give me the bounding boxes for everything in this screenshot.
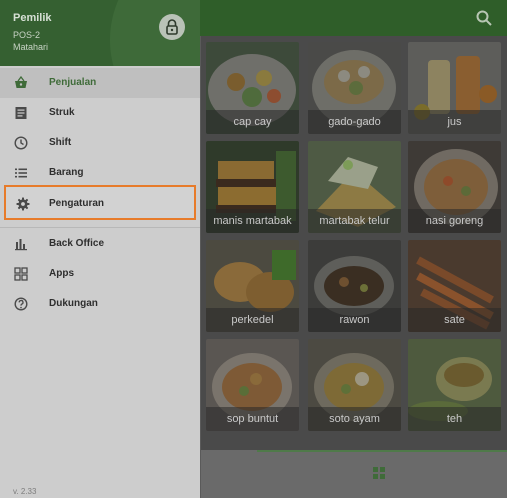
menu-label: Dukungan bbox=[49, 298, 98, 309]
bottom-bar bbox=[201, 450, 507, 498]
menu-item-apps[interactable]: Apps bbox=[0, 259, 200, 289]
bar-chart-icon bbox=[15, 239, 27, 251]
menu-divider bbox=[0, 227, 200, 228]
app-version: v. 2.33 bbox=[13, 487, 37, 496]
menu-label: Pengaturan bbox=[49, 198, 105, 209]
product-name: teh bbox=[408, 407, 501, 431]
menu-label: Struk bbox=[49, 107, 75, 118]
pos-name: POS-2 bbox=[13, 30, 41, 40]
product-tile[interactable]: gado-gado bbox=[308, 42, 401, 134]
tab-indicator bbox=[257, 450, 507, 452]
clock-icon bbox=[14, 136, 28, 150]
receipt-icon bbox=[15, 107, 27, 119]
product-name: sop buntut bbox=[206, 407, 299, 431]
menu-label: Penjualan bbox=[49, 77, 97, 88]
menu-item-struk[interactable]: Struk bbox=[0, 98, 200, 128]
header-decoration bbox=[110, 0, 200, 66]
product-name: sate bbox=[408, 308, 501, 332]
help-icon bbox=[14, 297, 28, 311]
store-name: Matahari bbox=[13, 42, 49, 52]
product-name: jus bbox=[408, 110, 501, 134]
product-tile[interactable]: sate bbox=[408, 240, 501, 332]
product-tile[interactable]: sop buntut bbox=[206, 339, 299, 431]
search-icon[interactable] bbox=[475, 9, 493, 27]
basket-icon bbox=[15, 76, 27, 88]
product-name: nasi goreng bbox=[408, 209, 501, 233]
lock-button[interactable] bbox=[159, 14, 185, 40]
product-tile[interactable]: teh bbox=[408, 339, 501, 431]
product-name: perkedel bbox=[206, 308, 299, 332]
product-name: cap cay bbox=[206, 110, 299, 134]
menu-item-dukungan[interactable]: Dukungan bbox=[0, 289, 200, 319]
product-tile[interactable]: rawon bbox=[308, 240, 401, 332]
menu-label: Barang bbox=[49, 167, 84, 178]
menu-item-pengaturan[interactable]: Pengaturan bbox=[4, 185, 196, 220]
list-icon bbox=[15, 168, 27, 178]
lock-icon bbox=[166, 19, 178, 35]
menu-item-back-office[interactable]: Back Office bbox=[0, 229, 200, 259]
menu-label: Shift bbox=[49, 137, 72, 148]
grid-view-icon[interactable] bbox=[373, 467, 385, 479]
apps-icon bbox=[14, 267, 28, 281]
product-tile[interactable]: cap cay bbox=[206, 42, 299, 134]
menu-label: Apps bbox=[49, 268, 74, 279]
product-tile[interactable]: nasi goreng bbox=[408, 141, 501, 233]
product-tile[interactable]: martabak telur bbox=[308, 141, 401, 233]
product-name: rawon bbox=[308, 308, 401, 332]
menu-item-barang[interactable]: Barang bbox=[0, 158, 200, 188]
product-tile[interactable]: soto ayam bbox=[308, 339, 401, 431]
product-name: soto ayam bbox=[308, 407, 401, 431]
gear-icon bbox=[16, 197, 30, 211]
product-tile[interactable]: manis martabak bbox=[206, 141, 299, 233]
product-name: martabak telur bbox=[308, 209, 401, 233]
menu-item-shift[interactable]: Shift bbox=[0, 128, 200, 158]
product-tile[interactable]: perkedel bbox=[206, 240, 299, 332]
user-role: Pemilik bbox=[13, 12, 52, 24]
navigation-drawer: Pemilik POS-2 Matahari Penjualan Struk S… bbox=[0, 0, 200, 498]
product-tile[interactable]: jus bbox=[408, 42, 501, 134]
product-name: manis martabak bbox=[206, 209, 299, 233]
menu-label: Back Office bbox=[49, 238, 105, 249]
product-grid: cap cay gado-gado jus manis martabak mar… bbox=[201, 36, 507, 450]
drawer-header: Pemilik POS-2 Matahari bbox=[0, 0, 200, 66]
product-name: gado-gado bbox=[308, 110, 401, 134]
menu-item-penjualan[interactable]: Penjualan bbox=[0, 68, 200, 98]
